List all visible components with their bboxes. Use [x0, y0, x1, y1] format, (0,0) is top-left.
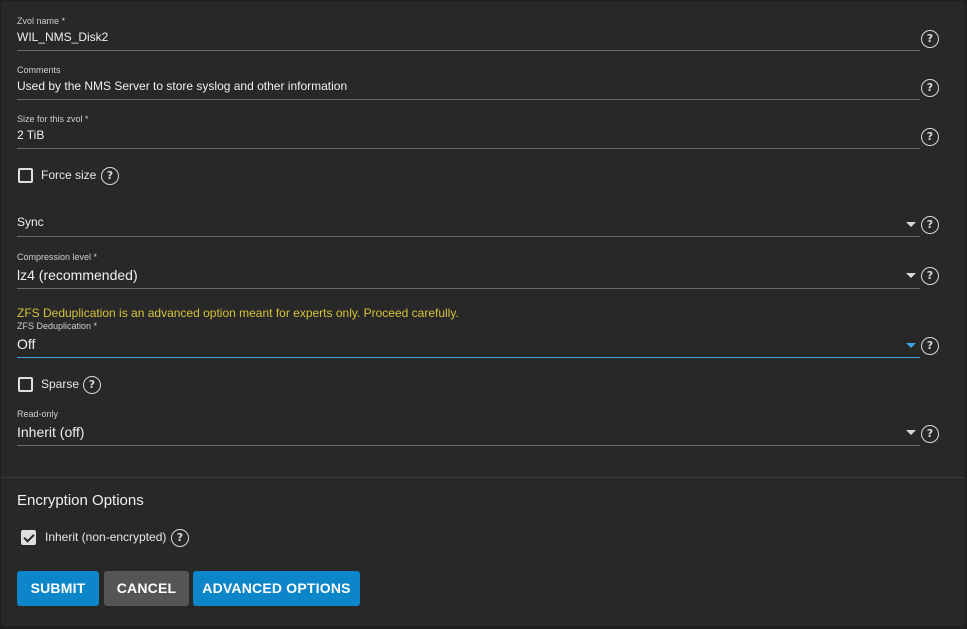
- force-size-label: Force size: [41, 168, 97, 182]
- sync-help-icon[interactable]: ?: [921, 216, 939, 234]
- dedup-label: ZFS Deduplication *: [17, 321, 98, 331]
- dedup-caret-down-icon: [906, 343, 916, 348]
- zvol-name-input[interactable]: WIL_NMS_Disk2: [17, 30, 108, 44]
- compression-help-icon[interactable]: ?: [921, 267, 939, 285]
- sync-value: Sync: [17, 215, 44, 229]
- advanced-options-button[interactable]: ADVANCED OPTIONS: [193, 571, 360, 606]
- readonly-label: Read-only: [17, 409, 59, 419]
- force-size-checkbox[interactable]: [18, 168, 33, 183]
- readonly-help-icon[interactable]: ?: [921, 425, 939, 443]
- sparse-checkbox[interactable]: [18, 377, 33, 392]
- sync-underline: [17, 236, 920, 237]
- readonly-caret-down-icon: [906, 430, 916, 435]
- sync-caret-down-icon: [906, 222, 916, 227]
- readonly-select[interactable]: Read-only Inherit (off): [17, 407, 920, 446]
- dedup-underline: [17, 357, 920, 358]
- dedup-select[interactable]: ZFS Deduplication * Off: [17, 319, 920, 358]
- zvol-name-help-icon[interactable]: ?: [921, 30, 939, 48]
- inherit-encryption-help-icon[interactable]: ?: [171, 529, 189, 547]
- size-field[interactable]: Size for this zvol * 2 TiB: [17, 112, 920, 149]
- comments-label: Comments: [17, 65, 61, 75]
- compression-label: Compression level *: [17, 252, 98, 262]
- compression-caret-down-icon: [906, 273, 916, 278]
- encryption-section-title: Encryption Options: [17, 492, 144, 509]
- dedup-warning-text: ZFS Deduplication is an advanced option …: [17, 306, 459, 320]
- comments-underline: [17, 99, 920, 100]
- section-divider: [1, 477, 965, 478]
- zvol-name-underline: [17, 50, 920, 51]
- cancel-button[interactable]: CANCEL: [104, 571, 189, 606]
- zvol-name-label: Zvol name *: [17, 16, 66, 26]
- force-size-help-icon[interactable]: ?: [101, 167, 119, 185]
- submit-button[interactable]: SUBMIT: [17, 571, 99, 606]
- size-label: Size for this zvol *: [17, 114, 89, 124]
- compression-value: lz4 (recommended): [17, 267, 138, 283]
- compression-select[interactable]: Compression level * lz4 (recommended): [17, 250, 920, 289]
- sparse-help-icon[interactable]: ?: [83, 376, 101, 394]
- comments-help-icon[interactable]: ?: [921, 79, 939, 97]
- size-input[interactable]: 2 TiB: [17, 128, 44, 142]
- sparse-label: Sparse: [41, 377, 80, 391]
- comments-field[interactable]: Comments Used by the NMS Server to store…: [17, 63, 920, 100]
- dedup-help-icon[interactable]: ?: [921, 337, 939, 355]
- comments-input[interactable]: Used by the NMS Server to store syslog a…: [17, 79, 347, 93]
- inherit-encryption-checkbox[interactable]: [21, 530, 36, 545]
- inherit-encryption-label: Inherit (non-encrypted): [45, 530, 167, 544]
- zvol-name-field[interactable]: Zvol name * WIL_NMS_Disk2: [17, 14, 920, 51]
- dedup-value: Off: [17, 336, 36, 352]
- readonly-underline: [17, 445, 920, 446]
- size-underline: [17, 148, 920, 149]
- readonly-value: Inherit (off): [17, 424, 85, 440]
- compression-underline: [17, 288, 920, 289]
- size-help-icon[interactable]: ?: [921, 128, 939, 146]
- sync-select[interactable]: Sync: [17, 205, 920, 237]
